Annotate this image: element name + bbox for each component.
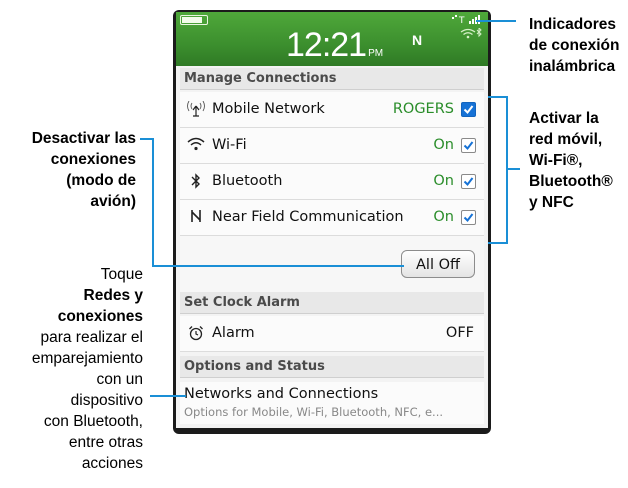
wifi-value: On bbox=[433, 137, 454, 153]
callout-bracket-top bbox=[488, 96, 508, 98]
nfc-icon bbox=[186, 209, 206, 227]
mobile-network-label: Mobile Network bbox=[212, 101, 325, 117]
nfc-status-icon: N bbox=[412, 32, 423, 48]
annotation-wireless-indicators: Indicadores de conexión inalámbrica bbox=[529, 16, 620, 75]
wifi-icon bbox=[186, 137, 206, 155]
callout-bracket-bottom bbox=[488, 242, 508, 244]
antenna-icon bbox=[186, 100, 206, 121]
row-bluetooth[interactable]: Bluetooth On bbox=[180, 164, 484, 200]
annotation-activate: Activar la red móvil, Wi-Fi®, Bluetooth® y N… bbox=[529, 110, 613, 211]
row-nfc[interactable]: Near Field Communication On bbox=[180, 200, 484, 236]
nfc-label: Near Field Communication bbox=[212, 209, 404, 225]
alarm-clock-icon bbox=[186, 325, 206, 345]
alarm-label: Alarm bbox=[212, 325, 255, 341]
networks-and-connections-item[interactable]: Networks and Connections Options for Mob… bbox=[180, 382, 484, 424]
networks-title: Networks and Connections bbox=[184, 386, 379, 402]
bluetooth-checkbox[interactable] bbox=[461, 174, 476, 189]
wifi-bluetooth-status-icon bbox=[460, 26, 482, 43]
callout-bracket-vertical bbox=[506, 96, 508, 244]
clock: 12:21 PM bbox=[286, 26, 384, 64]
row-wifi[interactable]: Wi-Fi On bbox=[180, 128, 484, 164]
callout-line-disable-vertical bbox=[152, 138, 154, 267]
svg-text:T: T bbox=[458, 16, 465, 24]
wifi-label: Wi-Fi bbox=[212, 137, 247, 153]
networks-subtitle: Options for Mobile, Wi-Fi, Bluetooth, NF… bbox=[184, 405, 444, 419]
callout-line-activate bbox=[506, 168, 520, 170]
nfc-checkbox[interactable] bbox=[461, 210, 476, 225]
battery-icon bbox=[180, 15, 208, 25]
callout-line-networks bbox=[150, 395, 186, 397]
bluetooth-label: Bluetooth bbox=[212, 173, 283, 189]
row-mobile-network[interactable]: Mobile Network ROGERS bbox=[180, 92, 484, 128]
connections-panel: Manage Connections Mobile Network ROGERS… bbox=[176, 66, 488, 428]
status-bar: 12:21 PM N T bbox=[176, 12, 488, 66]
row-alarm[interactable]: Alarm OFF bbox=[180, 316, 484, 352]
annotation-tap-networks: Toque Redes y conexiones para realizar el em… bbox=[31, 266, 143, 472]
callout-line-disable-horizontal bbox=[152, 265, 404, 267]
mobile-network-value: ROGERS bbox=[392, 101, 454, 117]
bluetooth-value: On bbox=[433, 173, 454, 189]
section-set-clock-alarm: Set Clock Alarm bbox=[180, 292, 484, 314]
mobile-network-checkbox[interactable] bbox=[461, 102, 476, 117]
nfc-value: On bbox=[433, 209, 454, 225]
callout-line-wireless bbox=[476, 20, 516, 22]
section-options-status: Options and Status bbox=[180, 356, 484, 378]
alarm-value: OFF bbox=[445, 325, 474, 341]
all-off-button[interactable]: All Off bbox=[401, 250, 475, 278]
annotation-disable: Desactivar las conexiones (modo de avión) bbox=[31, 130, 136, 210]
section-manage-connections: Manage Connections bbox=[180, 68, 484, 90]
wifi-checkbox[interactable] bbox=[461, 138, 476, 153]
bluetooth-icon bbox=[186, 173, 206, 193]
